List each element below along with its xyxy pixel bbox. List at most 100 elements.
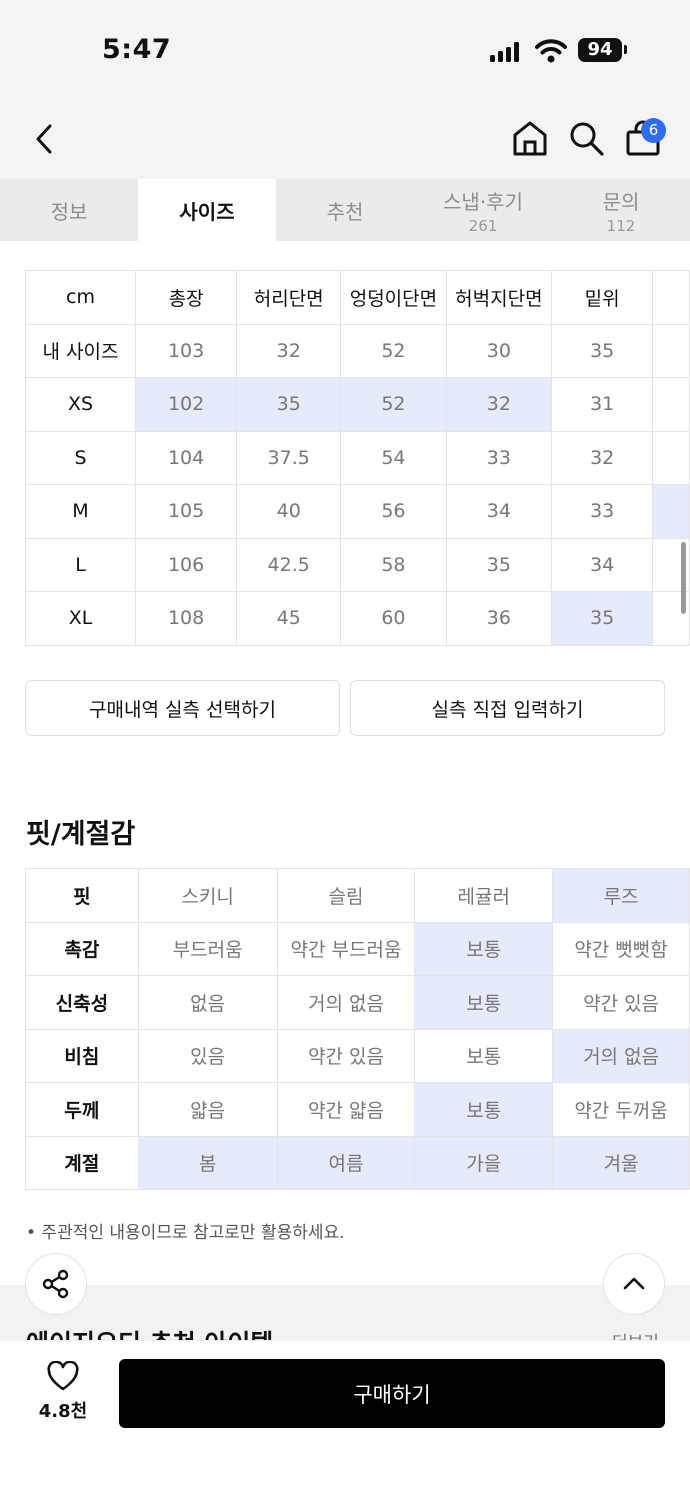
table-cell: 없음	[137, 975, 278, 1030]
table-row: 계절 봄 여름 가을 겨울	[25, 1135, 690, 1190]
table-cell: 루즈	[552, 868, 690, 923]
tab-recommend[interactable]: 추천	[276, 179, 414, 241]
tab-snap-review[interactable]: 스냅·후기 261	[414, 179, 552, 241]
row-label: XL	[25, 591, 136, 646]
table-cell: 102	[134, 377, 238, 432]
column-header: 허벅지단면	[445, 270, 553, 325]
table-row: S 104 37.5 54 33 32	[25, 430, 690, 485]
table-cell: 봄	[137, 1135, 278, 1190]
status-time: 5:47	[102, 34, 172, 65]
column-header: 허리단면	[236, 270, 342, 325]
table-cell: 30	[445, 323, 553, 378]
bottom-action-bar: 4.8천 구매하기	[0, 1340, 690, 1500]
row-label: 내 사이즈	[25, 323, 136, 378]
horizontal-scrollbar[interactable]	[681, 542, 686, 614]
row-label: 계절	[25, 1135, 139, 1190]
scroll-to-top-button[interactable]	[603, 1253, 665, 1315]
column-header: 밑위	[551, 270, 654, 325]
table-cell: 보통	[414, 1082, 554, 1137]
table-cell: 겨울	[552, 1135, 690, 1190]
manual-measure-input-button[interactable]: 실측 직접 입력하기	[350, 680, 665, 736]
table-cell: 35	[445, 537, 553, 592]
table-row: 촉감 부드러움 약간 부드러움 보통 약간 뻣뻣함	[25, 921, 690, 976]
table-cell: 약간 있음	[276, 1028, 416, 1083]
row-label: XS	[25, 377, 136, 432]
table-cell: 거의 없음	[552, 1028, 690, 1083]
column-header: 총장	[134, 270, 238, 325]
table-cell: 32	[551, 430, 654, 485]
row-label: 두께	[25, 1082, 139, 1137]
row-label: 핏	[25, 868, 139, 923]
table-cell: 105	[134, 484, 238, 539]
size-table[interactable]: cm 총장 허리단면 엉덩이단면 허벅지단면 밑위 내 사이즈 103 32 5…	[25, 270, 690, 646]
table-cell: 보통	[414, 975, 554, 1030]
table-cell: 37.5	[236, 430, 342, 485]
buy-button[interactable]: 구매하기	[119, 1359, 665, 1428]
row-label: M	[25, 484, 136, 539]
tab-size[interactable]: 사이즈	[138, 179, 276, 241]
table-cell: 103	[134, 323, 238, 378]
table-cell: 있음	[137, 1028, 278, 1083]
wifi-icon	[535, 39, 567, 63]
back-icon[interactable]	[30, 122, 58, 156]
table-cell: 42.5	[236, 537, 342, 592]
table-cell: 레귤러	[414, 868, 554, 923]
table-cell: 약간 있음	[552, 975, 690, 1030]
table-cell: 약간 부드러움	[276, 921, 416, 976]
overflow-cell	[652, 377, 690, 432]
like-button[interactable]: 4.8천	[28, 1360, 98, 1423]
table-cell: 36	[445, 591, 553, 646]
table-row: 핏 스키니 슬림 레귤러 루즈	[25, 868, 690, 923]
table-cell: 52	[340, 377, 447, 432]
table-row: M 105 40 56 34 33	[25, 484, 690, 539]
table-cell: 슬림	[276, 868, 416, 923]
cart-count-badge: 6	[641, 118, 666, 143]
table-row: XL 108 45 60 36 35	[25, 591, 690, 646]
fit-section-title: 핏/계절감	[26, 819, 136, 850]
tab-info[interactable]: 정보	[0, 179, 138, 241]
home-icon[interactable]	[510, 118, 550, 158]
table-cell: 31	[551, 377, 654, 432]
column-header: 엉덩이단면	[340, 270, 447, 325]
chevron-up-icon	[623, 1277, 645, 1290]
overflow-cell	[652, 484, 690, 539]
table-cell: 33	[551, 484, 654, 539]
table-cell: 40	[236, 484, 342, 539]
tab-label: 스냅·후기	[443, 189, 523, 214]
table-cell: 54	[340, 430, 447, 485]
table-cell: 45	[236, 591, 342, 646]
overflow-cell	[652, 323, 690, 378]
table-cell: 104	[134, 430, 238, 485]
table-cell: 약간 뻣뻣함	[552, 921, 690, 976]
tab-bar: 정보 사이즈 추천 스냅·후기 261 문의 112	[0, 179, 690, 241]
table-cell: 106	[134, 537, 238, 592]
table-cell: 52	[340, 323, 447, 378]
table-row: XS 102 35 52 32 31	[25, 377, 690, 432]
search-icon[interactable]	[568, 120, 606, 158]
table-cell: 32	[236, 323, 342, 378]
table-cell: 거의 없음	[276, 975, 416, 1030]
battery-indicator: 94	[578, 38, 622, 62]
tab-inquiry[interactable]: 문의 112	[552, 179, 690, 241]
table-cell: 여름	[276, 1135, 416, 1190]
app-header	[0, 100, 690, 179]
share-button[interactable]	[25, 1253, 87, 1315]
tab-label: 추천	[326, 199, 364, 224]
table-cell: 34	[445, 484, 553, 539]
heart-icon	[47, 1360, 79, 1391]
tab-label: 정보	[50, 199, 88, 224]
table-row: 내 사이즈 103 32 52 30 35	[25, 323, 690, 378]
overflow-cell	[652, 430, 690, 485]
table-cell: 35	[236, 377, 342, 432]
purchase-history-measure-button[interactable]: 구매내역 실측 선택하기	[25, 680, 340, 736]
table-cell: 약간 두꺼움	[552, 1082, 690, 1137]
table-cell: 보통	[414, 1028, 554, 1083]
tab-label: 사이즈	[179, 199, 235, 224]
row-label: 신축성	[25, 975, 139, 1030]
tab-count: 261	[468, 216, 498, 235]
table-cell: 32	[445, 377, 553, 432]
table-cell: 가을	[414, 1135, 554, 1190]
like-count: 4.8천	[38, 1401, 88, 1422]
overflow-cell	[652, 270, 690, 325]
table-cell: 보통	[414, 921, 554, 976]
